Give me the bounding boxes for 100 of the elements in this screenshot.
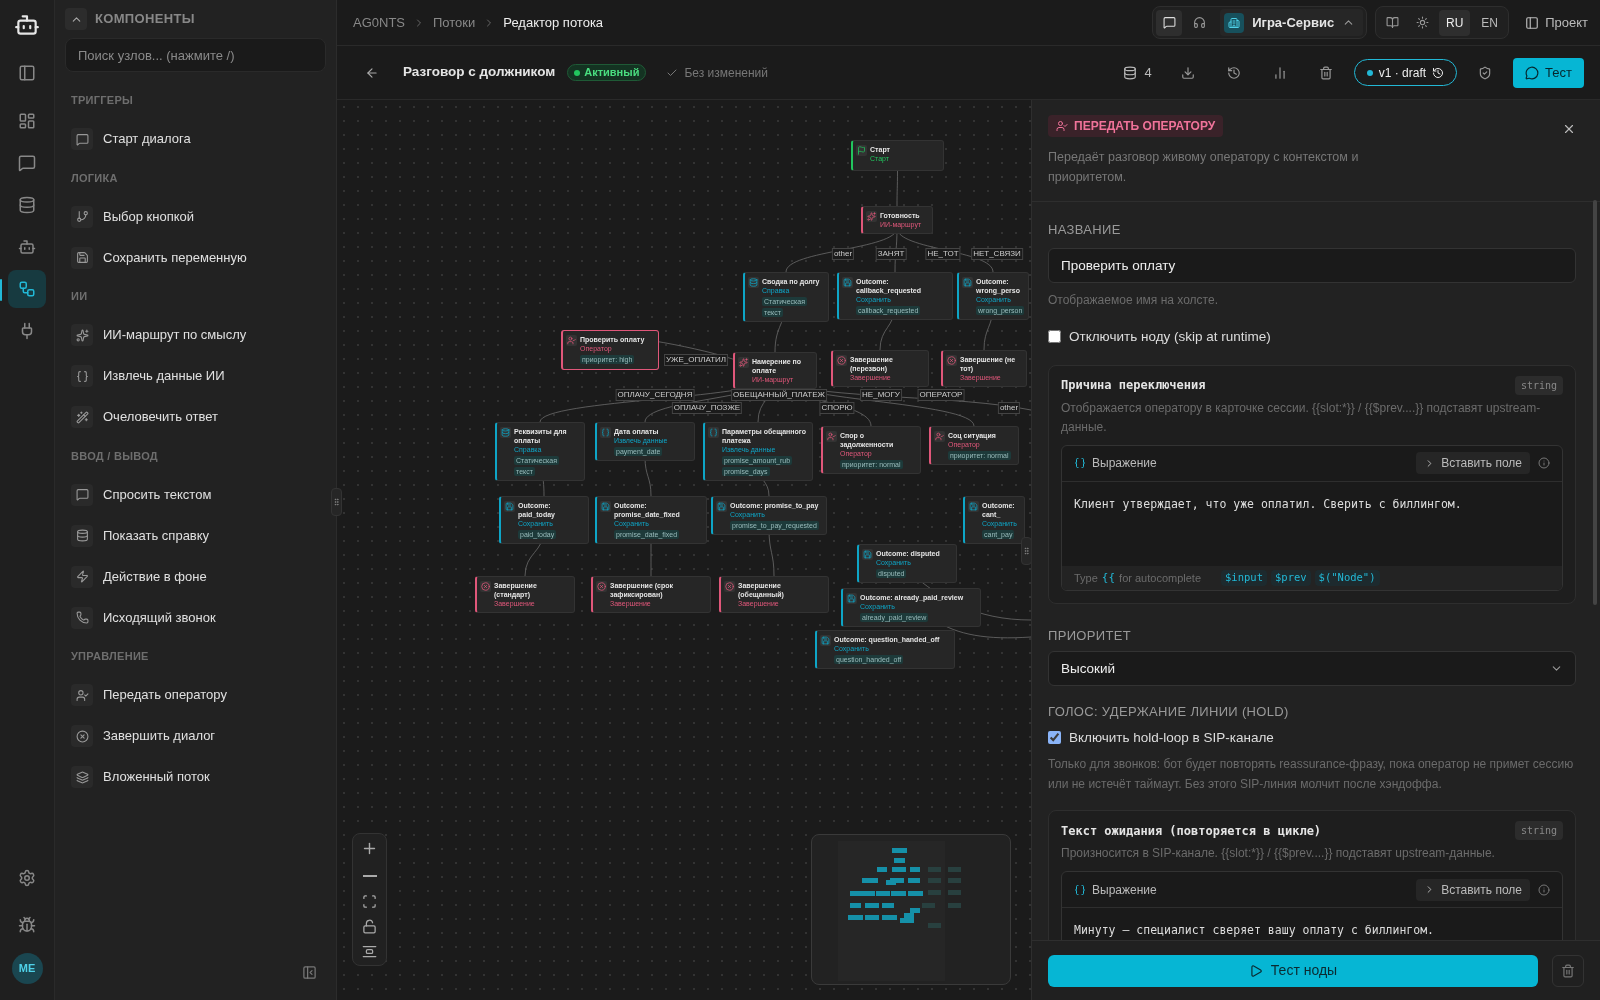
- save-icon: [962, 277, 973, 288]
- breadcrumb[interactable]: Потоки: [433, 12, 476, 33]
- circle-x-icon: [724, 581, 735, 592]
- component-item[interactable]: Действие в фоне: [65, 556, 326, 597]
- expression-editor[interactable]: Выражение Вставить поле Клиент утверждает, что уже оплатил. Сверить с биллингом. Type {{ for autocomplete $input $prev $("Node"): [1061, 444, 1563, 591]
- node-type-badge: ПЕРЕДАТЬ ОПЕРАТОРУ: [1048, 115, 1224, 137]
- active-indicator: [0, 279, 2, 301]
- component-label: Передать оператору: [103, 686, 227, 705]
- status-badge: Активный: [567, 64, 647, 81]
- info-icon[interactable]: [1538, 883, 1550, 896]
- component-item[interactable]: Исходящий звонок: [65, 597, 326, 638]
- grip-icon: [1022, 546, 1031, 556]
- user-check-icon: [826, 431, 837, 442]
- component-label: Извлечь данные ИИ: [103, 367, 225, 386]
- rail-button[interactable]: [8, 270, 46, 308]
- edge-label: НЕТ_СВЯЗИ: [971, 248, 1023, 260]
- edge-label: УЖЕ_ОПЛАТИЛ: [663, 354, 729, 366]
- insert-field-button[interactable]: Вставить поле: [1416, 452, 1530, 475]
- info-icon[interactable]: [1538, 457, 1550, 470]
- robot-logo-icon[interactable]: [14, 12, 40, 38]
- branch-icon: [75, 210, 89, 223]
- expression-editor[interactable]: Выражение Вставить поле Минуту — специалист сверяет вашу оплату с биллингом.: [1061, 871, 1563, 940]
- flag-icon: [856, 145, 867, 156]
- component-item[interactable]: Выбор кнопкой: [65, 196, 326, 237]
- hint-text: for autocomplete: [1119, 570, 1202, 586]
- expression-value[interactable]: Клиент утверждает, что уже оплатил. Сверить с биллингом.: [1062, 481, 1562, 566]
- field-label: ГОЛОС: УДЕРЖАНИЕ ЛИНИИ (HOLD): [1048, 703, 1290, 722]
- component-label: Исходящий звонок: [103, 608, 216, 627]
- field-title: Текст ожидания (повторяется в цикле): [1061, 822, 1322, 840]
- circle-x-icon: [836, 355, 847, 366]
- component-label: Действие в фоне: [103, 567, 207, 586]
- user-avatar[interactable]: ME: [11, 953, 43, 984]
- test-node-button[interactable]: Тест ноды: [1048, 954, 1538, 987]
- minimap[interactable]: [811, 834, 1011, 985]
- priority-select[interactable]: Высокий: [1048, 651, 1576, 687]
- search-field[interactable]: Поиск узлов... (нажмите /): [65, 38, 326, 72]
- workspace-selector[interactable]: Игра-Сервис: [1220, 9, 1364, 36]
- braces-token: {{: [1101, 569, 1116, 586]
- mode-label: Выражение: [1092, 881, 1157, 899]
- back-button[interactable]: [365, 65, 379, 80]
- name-field[interactable]: Проверить оплату: [1048, 247, 1576, 283]
- close-button[interactable]: [1562, 122, 1576, 136]
- zoom-in-button[interactable]: [361, 840, 378, 857]
- play-icon: [1248, 963, 1263, 978]
- headphones-icon: [1192, 16, 1206, 29]
- checkbox-label: Включить hold-loop в SIP-канале: [1069, 728, 1274, 747]
- component-item[interactable]: Очеловечить ответ: [65, 396, 326, 438]
- plus-icon: [361, 840, 378, 857]
- save-icon: [862, 549, 873, 560]
- component-item[interactable]: Извлечь данные ИИ: [65, 355, 326, 397]
- database-icon: [75, 529, 89, 542]
- component-item[interactable]: Завершить диалог: [65, 715, 326, 757]
- component-item[interactable]: Показать справку: [65, 515, 326, 556]
- language-tab[interactable]: EN: [1474, 9, 1506, 36]
- edge-label: ОБЕЩАННЫЙ_ПЛАТЕЖ: [731, 389, 827, 401]
- bot-icon: [18, 238, 36, 256]
- component-item[interactable]: Сохранить переменную: [65, 237, 326, 278]
- collapse-button[interactable]: [65, 8, 87, 30]
- checkbox[interactable]: [1048, 731, 1061, 745]
- chat-button[interactable]: [1156, 9, 1183, 36]
- test-button[interactable]: Тест: [1513, 57, 1584, 88]
- component-item[interactable]: Вложенный поток: [65, 756, 326, 798]
- checkbox-label: Отключить ноду (skip at runtime): [1069, 327, 1271, 346]
- save-icon: [820, 635, 831, 646]
- lightning-icon: [75, 570, 89, 583]
- sparkles-icon: [75, 328, 89, 342]
- flow-icon: [18, 280, 36, 298]
- component-item[interactable]: Спросить текстом: [65, 474, 326, 515]
- circle-x-icon: [946, 355, 957, 366]
- layout-button[interactable]: [362, 944, 377, 959]
- panel-title: КОМПОНЕНТЫ: [95, 10, 195, 29]
- variable-chip[interactable]: $("Node"): [1314, 569, 1380, 586]
- hint-text: Type: [1074, 570, 1098, 586]
- breadcrumb[interactable]: AG0NTS: [353, 12, 405, 33]
- variable-chip[interactable]: $input: [1221, 569, 1267, 586]
- field-title: Причина переключения: [1061, 377, 1206, 395]
- lock-button[interactable]: [362, 919, 377, 934]
- variable-chip[interactable]: $prev: [1271, 569, 1311, 586]
- user-check-icon: [566, 335, 577, 346]
- database-icon: [1122, 65, 1137, 80]
- braces-icon: [1074, 457, 1086, 470]
- group-title: ЛОГИКА: [70, 170, 119, 186]
- component-item[interactable]: Старт диалога: [65, 118, 326, 160]
- component-item[interactable]: Передать оператору: [65, 674, 326, 716]
- delete-node-button[interactable]: [1552, 954, 1584, 987]
- bug-icon: [18, 916, 36, 934]
- versions-count-button[interactable]: 4: [1122, 62, 1152, 83]
- component-item[interactable]: ИИ-маршрут по смыслу: [65, 314, 326, 356]
- user-check-icon: [1056, 120, 1068, 132]
- insert-field-button[interactable]: Вставить поле: [1416, 878, 1530, 901]
- trash-icon: [1318, 65, 1333, 80]
- sparkles-icon: [866, 211, 877, 222]
- language-tab[interactable]: RU: [1439, 9, 1471, 36]
- checkbox[interactable]: [1048, 330, 1061, 344]
- component-label: Сохранить переменную: [103, 248, 247, 267]
- trash-icon: [1561, 963, 1575, 978]
- fit-view-button[interactable]: [362, 894, 377, 909]
- building-icon: [1228, 16, 1241, 29]
- project-button[interactable]: Проект: [1525, 12, 1588, 33]
- expression-value[interactable]: Минуту — специалист сверяет вашу оплату с биллингом.: [1062, 908, 1562, 940]
